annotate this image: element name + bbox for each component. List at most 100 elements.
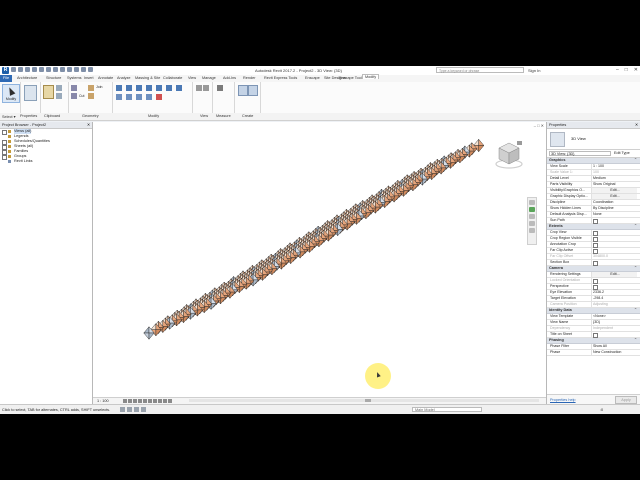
property-value[interactable]: -298.4 bbox=[591, 296, 637, 301]
property-value[interactable]: Show Original bbox=[591, 182, 637, 187]
split-icon[interactable] bbox=[116, 94, 122, 100]
steering-wheel-icon[interactable] bbox=[529, 200, 535, 205]
scale-icon[interactable] bbox=[136, 94, 142, 100]
tab-revit-express-tools[interactable]: Revit Express Tools bbox=[264, 76, 297, 80]
property-value[interactable]: Edit... bbox=[591, 188, 637, 193]
show-crop-icon[interactable] bbox=[153, 399, 157, 403]
full-navigation-wheel-icon[interactable] bbox=[529, 207, 535, 212]
search-input[interactable]: Type a keyword or phrase bbox=[436, 67, 524, 73]
property-value[interactable]: New Construction bbox=[591, 350, 637, 355]
undo-icon[interactable] bbox=[32, 67, 37, 72]
property-value[interactable]: Coordination bbox=[591, 200, 637, 205]
close-icon[interactable]: ✕ bbox=[87, 122, 90, 128]
minimize-icon[interactable]: – bbox=[616, 67, 619, 73]
close-hidden-icon[interactable] bbox=[88, 67, 93, 72]
trim-icon[interactable] bbox=[176, 85, 182, 91]
property-value[interactable]: Edit... bbox=[591, 272, 637, 277]
pan-icon[interactable] bbox=[529, 221, 535, 226]
type-selector[interactable]: 3D View bbox=[547, 129, 640, 150]
sign-in-link[interactable]: Sign In bbox=[528, 68, 540, 73]
cut-icon[interactable] bbox=[56, 85, 62, 91]
tab-insert[interactable]: Insert bbox=[84, 76, 94, 80]
override-icon[interactable] bbox=[203, 85, 209, 91]
property-value[interactable]: By Discipline bbox=[591, 206, 637, 211]
tree-item-revit-links[interactable]: Revit Links bbox=[0, 159, 92, 164]
property-value[interactable]: Show All bbox=[591, 344, 637, 349]
temporary-hide-icon[interactable] bbox=[163, 399, 167, 403]
tab-view[interactable]: View bbox=[188, 76, 196, 80]
paint-icon[interactable] bbox=[88, 93, 94, 99]
sync-icon[interactable] bbox=[25, 67, 30, 72]
tab-enscape[interactable]: Enscape bbox=[305, 76, 320, 80]
rotate-icon[interactable] bbox=[166, 85, 172, 91]
text-icon[interactable] bbox=[60, 67, 65, 72]
create-group-icon[interactable] bbox=[238, 85, 248, 96]
shadows-icon[interactable] bbox=[138, 399, 142, 403]
scrollbar-thumb[interactable] bbox=[365, 399, 371, 402]
collapse-icon[interactable]: ⌃ bbox=[634, 266, 637, 271]
tab-modify[interactable]: Modify bbox=[362, 74, 380, 79]
editable-only-icon[interactable] bbox=[134, 407, 139, 412]
offset-icon[interactable] bbox=[126, 85, 132, 91]
print-icon[interactable] bbox=[46, 67, 51, 72]
paste-icon[interactable] bbox=[43, 85, 54, 99]
property-value[interactable]: 2336.2 bbox=[591, 290, 637, 295]
faceted-panel-model[interactable] bbox=[93, 122, 546, 398]
select-links-icon[interactable] bbox=[141, 407, 146, 412]
property-value[interactable]: {3D} bbox=[591, 320, 637, 325]
copy-element-icon[interactable] bbox=[156, 85, 162, 91]
mirror-icon[interactable] bbox=[136, 85, 142, 91]
active-model-dropdown[interactable]: Main Model bbox=[412, 407, 482, 412]
tab-massing-site[interactable]: Massing & Site bbox=[135, 76, 160, 80]
tab-file[interactable]: File bbox=[0, 75, 13, 82]
cope-icon[interactable] bbox=[71, 85, 77, 91]
edit-type-button[interactable]: Edit Type bbox=[614, 150, 630, 157]
thin-lines-icon[interactable] bbox=[81, 67, 86, 72]
property-value[interactable]: Edit... bbox=[591, 194, 637, 199]
tab-architecture[interactable]: Architecture bbox=[17, 76, 37, 80]
hide-icon[interactable] bbox=[196, 85, 202, 91]
3d-view-viewport[interactable]: – □ ✕ 1 : 100 bbox=[93, 122, 547, 404]
tab-analyze[interactable]: Analyze bbox=[117, 76, 131, 80]
close-icon[interactable]: ✕ bbox=[634, 67, 638, 73]
zoom-icon[interactable] bbox=[529, 214, 535, 219]
copy-icon[interactable] bbox=[56, 93, 62, 99]
sun-path-icon[interactable] bbox=[133, 399, 137, 403]
tab-structure[interactable]: Structure bbox=[46, 76, 61, 80]
tab-collaborate[interactable]: Collaborate bbox=[163, 76, 182, 80]
design-options-icon[interactable] bbox=[127, 407, 132, 412]
crop-icon[interactable] bbox=[148, 399, 152, 403]
viewcube-icon[interactable] bbox=[493, 140, 525, 170]
property-value[interactable]: 100 bbox=[591, 170, 637, 175]
property-value[interactable]: Medium bbox=[591, 176, 637, 181]
tab-systems[interactable]: Systems bbox=[67, 76, 82, 80]
tab-enscape-tools[interactable]: Enscape Tools bbox=[339, 76, 364, 80]
measure-tool-icon[interactable] bbox=[217, 85, 223, 91]
detail-level-icon[interactable] bbox=[123, 399, 127, 403]
lock-view-icon[interactable] bbox=[158, 399, 162, 403]
maximize-icon[interactable]: □ bbox=[625, 67, 628, 73]
collapse-icon[interactable]: ⌃ bbox=[634, 158, 637, 163]
tab-annotate[interactable]: Annotate bbox=[98, 76, 113, 80]
property-value[interactable]: None bbox=[591, 212, 637, 217]
create-similar-icon[interactable] bbox=[248, 85, 258, 96]
redo-icon[interactable] bbox=[39, 67, 44, 72]
properties-help-link[interactable]: Properties help bbox=[550, 398, 576, 402]
property-value[interactable]: 304800.0 bbox=[591, 254, 637, 259]
move-icon[interactable] bbox=[146, 85, 152, 91]
render-icon[interactable] bbox=[143, 399, 147, 403]
instance-dropdown[interactable]: 3D View: {3D} bbox=[549, 151, 611, 156]
measure-icon[interactable] bbox=[53, 67, 58, 72]
delete-icon[interactable] bbox=[156, 94, 162, 100]
property-value[interactable]: Independent bbox=[591, 326, 637, 331]
close-icon[interactable]: ✕ bbox=[635, 122, 638, 128]
revit-logo-icon[interactable]: R bbox=[2, 67, 9, 74]
property-value[interactable]: <None> bbox=[591, 314, 637, 319]
select-dropdown[interactable]: Select ▾ bbox=[2, 114, 16, 119]
align-icon[interactable] bbox=[116, 85, 122, 91]
modify-button[interactable]: Modify bbox=[2, 84, 20, 103]
array-icon[interactable] bbox=[126, 94, 132, 100]
collapse-icon[interactable]: ⌃ bbox=[634, 338, 637, 343]
collapse-icon[interactable]: ⌃ bbox=[634, 224, 637, 229]
worksets-icon[interactable] bbox=[120, 407, 125, 412]
